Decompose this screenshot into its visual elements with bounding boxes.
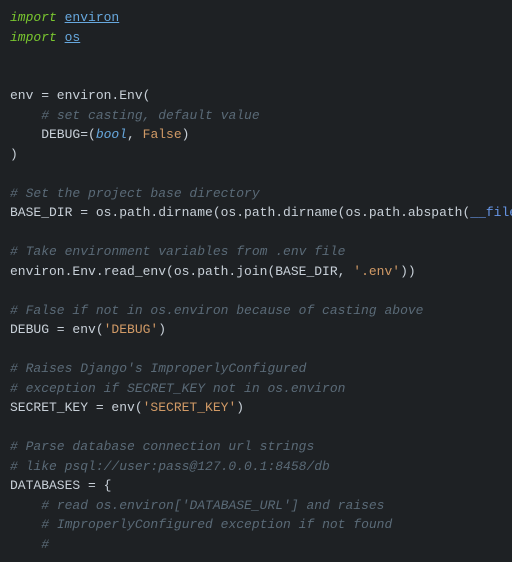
code-line: DATABASES = { [10,478,111,493]
comment: # like psql://user:pass@127.0.0.1:8458/d… [10,459,330,474]
code-line: env = environ.Env( [10,88,150,103]
comment: # False if not in os.environ because of … [10,303,423,318]
code-text: ) [236,400,244,415]
code-text: ) [158,322,166,337]
constant-false: False [143,127,182,142]
string: 'DEBUG' [104,322,159,337]
code-text: SECRET_KEY = env( [10,400,143,415]
code-line: ) [10,147,18,162]
comment: # Raises Django's ImproperlyConfigured [10,361,306,376]
module-os[interactable]: os [65,30,81,45]
code-text: , [127,127,143,142]
comment: # Take environment variables from .env f… [10,244,345,259]
keyword-import: import [10,10,57,25]
code-text: ) [182,127,190,142]
space [57,30,65,45]
comment: # [41,537,49,552]
comment: # Parse database connection url strings [10,439,314,454]
indent [10,108,41,123]
string: '.env' [353,264,400,279]
code-text: DEBUG = env( [10,322,104,337]
code-text: DEBUG=( [10,127,96,142]
indent [10,537,41,552]
comment: # read os.environ['DATABASE_URL'] and ra… [41,498,384,513]
module-environ[interactable]: environ [65,10,120,25]
comment: # set casting, default value [41,108,259,123]
code-text: environ.Env.read_env(os.path.join(BASE_D… [10,264,353,279]
comment: # exception if SECRET_KEY not in os.envi… [10,381,345,396]
indent [10,498,41,513]
code-text: BASE_DIR = os.path.dirname(os.path.dirna… [10,205,470,220]
space [57,10,65,25]
code-text: )) [400,264,416,279]
dunder-file: __file__ [470,205,512,220]
builtin-bool: bool [96,127,127,142]
comment: # Set the project base directory [10,186,260,201]
code-block: import environ import os env = environ.E… [0,0,512,562]
keyword-import: import [10,30,57,45]
string: 'SECRET_KEY' [143,400,237,415]
